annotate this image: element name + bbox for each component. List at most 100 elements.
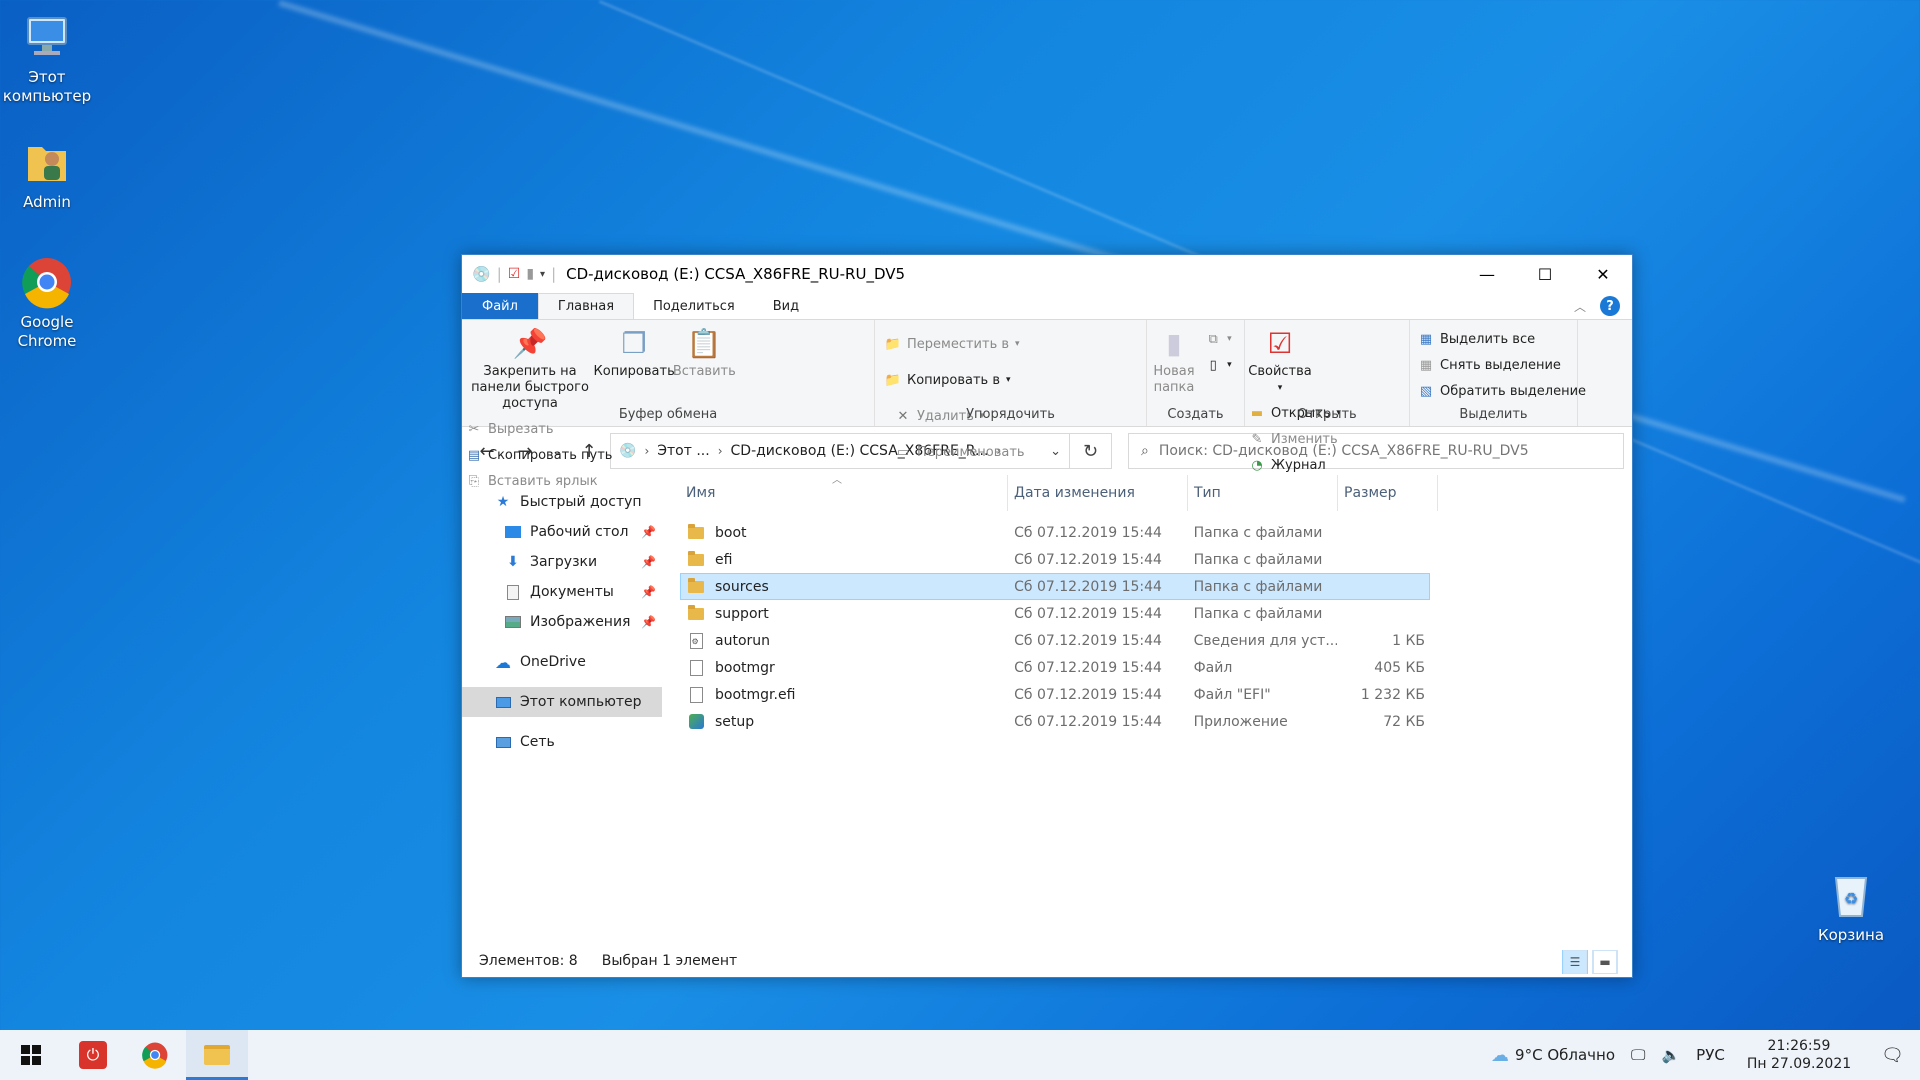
breadcrumb-this-pc[interactable]: Этот ... bbox=[657, 443, 709, 459]
move-to-button[interactable]: 📁 Переместить в ▾ bbox=[885, 328, 1020, 360]
pin-icon: 📌 bbox=[512, 327, 548, 360]
tab-home[interactable]: Главная bbox=[537, 293, 635, 319]
details-view-button[interactable]: ☰ bbox=[1562, 950, 1588, 974]
nav-documents[interactable]: Документы 📌 bbox=[462, 577, 662, 607]
item-count: Элементов: 8 bbox=[479, 953, 578, 969]
address-row: ← → ⌄ ↑ 💿 › Этот ... › CD-дисковод (E:) … bbox=[462, 427, 1632, 475]
ribbon-group-open: ☑ Свойства ▾ ▬ Открыть ▾ ✎ Изменить ◔ Журнал… bbox=[1245, 320, 1410, 473]
search-input[interactable] bbox=[1158, 443, 1611, 459]
maximize-button[interactable]: ☐ bbox=[1516, 255, 1574, 293]
ribbon: 📌 Закрепить на панели быстрого доступа ❐… bbox=[462, 319, 1632, 489]
refresh-button[interactable]: ↻ bbox=[1070, 433, 1112, 469]
close-button[interactable]: ✕ bbox=[1574, 255, 1632, 293]
start-button[interactable] bbox=[0, 1030, 62, 1080]
new-folder-button[interactable]: ▮ Новая папка bbox=[1151, 324, 1197, 398]
clock-date: Пн 27.09.2021 bbox=[1746, 1056, 1852, 1072]
new-folder-icon: ▮ bbox=[1166, 327, 1182, 360]
chrome-icon bbox=[20, 255, 74, 309]
rename-button[interactable]: ▭ Переименовать bbox=[895, 436, 1025, 468]
copy-path-button[interactable]: ▤ Скопировать путь bbox=[466, 444, 613, 466]
invert-selection-icon: ▧ bbox=[1419, 383, 1433, 399]
sort-up-icon: ︿ bbox=[832, 475, 842, 486]
copy-to-icon: 📁 bbox=[884, 372, 902, 388]
desktop-icon-admin[interactable]: Admin bbox=[0, 135, 94, 212]
pin-icon: 📌 bbox=[641, 555, 656, 569]
pin-icon: 📌 bbox=[641, 615, 656, 629]
select-all-icon: ▦ bbox=[1419, 331, 1433, 347]
file-row[interactable]: setup Сб 07.12.2019 15:44 Приложение 72 … bbox=[680, 708, 1430, 735]
taskbar-file-explorer[interactable] bbox=[186, 1030, 248, 1080]
refresh-icon: ↻ bbox=[1082, 440, 1099, 462]
desktop-icon-this-pc[interactable]: Этот компьютер bbox=[0, 10, 94, 106]
properties-button[interactable]: ☑ Свойства ▾ bbox=[1248, 324, 1312, 398]
network-tray-icon[interactable]: 🖵 bbox=[1623, 1046, 1653, 1064]
minimize-button[interactable]: — bbox=[1458, 255, 1516, 293]
tab-view[interactable]: Вид bbox=[754, 293, 818, 319]
file-row[interactable]: boot Сб 07.12.2019 15:44 Папка с файлами bbox=[680, 519, 1430, 546]
file-row-selected[interactable]: sources Сб 07.12.2019 15:44 Папка с файл… bbox=[680, 573, 1430, 600]
weather-widget[interactable]: ☁ 9°C Облачно bbox=[1483, 1045, 1623, 1066]
column-header-size[interactable]: Размер bbox=[1338, 475, 1438, 511]
notification-icon: 🗨 bbox=[1881, 1044, 1904, 1066]
tab-file[interactable]: Файл bbox=[462, 293, 538, 319]
file-row[interactable]: support Сб 07.12.2019 15:44 Папка с файл… bbox=[680, 600, 1430, 627]
new-folder-icon[interactable]: ▮ bbox=[526, 266, 534, 282]
desktop-icon-recycle-bin[interactable]: ♻ Корзина bbox=[1804, 868, 1898, 945]
cloud-icon: ☁ bbox=[1491, 1044, 1510, 1066]
file-row[interactable]: ⚙ autorun Сб 07.12.2019 15:44 Сведения дл… bbox=[680, 627, 1430, 654]
desktop-icon-chrome[interactable]: Google Chrome bbox=[0, 255, 94, 351]
file-row[interactable]: bootmgr Сб 07.12.2019 15:44 Файл 405 КБ bbox=[680, 654, 1430, 681]
language-indicator[interactable]: РУС bbox=[1688, 1046, 1733, 1064]
copy-button[interactable]: ❐ Копировать bbox=[594, 324, 675, 382]
column-header-name[interactable]: Имя bbox=[680, 475, 1008, 511]
properties-icon[interactable]: ☑ bbox=[508, 266, 521, 282]
nav-onedrive[interactable]: ☁ OneDrive bbox=[462, 647, 662, 677]
taskbar-chrome[interactable] bbox=[124, 1030, 186, 1080]
tab-share[interactable]: Поделиться bbox=[634, 293, 754, 319]
address-dropdown-icon[interactable]: ⌄ bbox=[1050, 444, 1061, 459]
edit-icon: ✎ bbox=[1251, 431, 1263, 447]
copy-icon: ❐ bbox=[621, 327, 647, 360]
navigation-pane: ★ Быстрый доступ Рабочий стол 📌 ⬇ Загруз… bbox=[462, 475, 662, 945]
nav-network[interactable]: Сеть bbox=[462, 727, 662, 757]
chrome-icon bbox=[142, 1042, 168, 1069]
rename-icon: ▭ bbox=[896, 444, 910, 460]
large-icons-view-button[interactable]: ▬ bbox=[1592, 950, 1618, 974]
paste-icon: 📋 bbox=[686, 327, 722, 360]
search-icon: ⌕ bbox=[1141, 443, 1149, 459]
recycle-bin-icon: ♻ bbox=[1824, 868, 1878, 922]
file-row[interactable]: bootmgr.efi Сб 07.12.2019 15:44 Файл "EF… bbox=[680, 681, 1430, 708]
help-icon[interactable]: ? bbox=[1600, 296, 1620, 316]
column-header-type[interactable]: Тип bbox=[1188, 475, 1338, 511]
volume-tray-icon[interactable]: 🔈 bbox=[1653, 1046, 1688, 1064]
invert-selection-button[interactable]: ▧ Обратить выделение bbox=[1418, 380, 1586, 402]
customize-toolbar-chevron-icon[interactable]: ▾ bbox=[540, 269, 545, 280]
paste-button[interactable]: 📋 Вставить bbox=[673, 324, 736, 382]
history-button[interactable]: ◔ Журнал bbox=[1249, 454, 1341, 476]
column-header-date[interactable]: Дата изменения bbox=[1008, 475, 1188, 511]
search-box[interactable]: ⌕ bbox=[1128, 433, 1624, 469]
folder-icon bbox=[687, 523, 705, 542]
drive-icon: 💿 bbox=[619, 443, 637, 459]
folder-icon bbox=[687, 577, 705, 596]
pin-quick-access-button[interactable]: 📌 Закрепить на панели быстрого доступа bbox=[466, 324, 594, 414]
new-item-button[interactable]: ⧉ ▾ bbox=[1205, 328, 1231, 350]
select-all-button[interactable]: ▦ Выделить все bbox=[1418, 328, 1586, 350]
nav-this-pc[interactable]: Этот компьютер bbox=[462, 687, 662, 717]
taskbar: ⏻ ☁ 9°C Облачно 🖵 🔈 РУС 21:26:59 Пн 27.0… bbox=[0, 1030, 1920, 1080]
title-bar[interactable]: 💿 | ☑ ▮ ▾ | CD-дисковод (E:) CCSA_X86FRE… bbox=[462, 255, 1632, 293]
file-row[interactable]: efi Сб 07.12.2019 15:44 Папка с файлами bbox=[680, 546, 1430, 573]
copy-to-button[interactable]: 📁 Копировать в ▾ bbox=[884, 364, 1011, 396]
taskbar-power-app[interactable]: ⏻ bbox=[62, 1030, 124, 1080]
easy-access-button[interactable]: ▯ ▾ bbox=[1205, 354, 1232, 376]
edit-button[interactable]: ✎ Изменить bbox=[1249, 428, 1341, 450]
nav-desktop[interactable]: Рабочий стол 📌 bbox=[462, 517, 662, 547]
action-center-button[interactable]: 🗨 bbox=[1865, 1045, 1920, 1066]
collapse-ribbon-icon[interactable]: ︿ bbox=[1574, 298, 1586, 315]
nav-downloads[interactable]: ⬇ Загрузки 📌 bbox=[462, 547, 662, 577]
clock[interactable]: 21:26:59 Пн 27.09.2021 bbox=[1733, 1037, 1865, 1073]
nav-quick-access[interactable]: ★ Быстрый доступ bbox=[462, 487, 662, 517]
select-none-button[interactable]: ▦ Снять выделение bbox=[1418, 354, 1586, 376]
nav-pictures[interactable]: Изображения 📌 bbox=[462, 607, 662, 637]
folder-icon bbox=[687, 550, 705, 569]
